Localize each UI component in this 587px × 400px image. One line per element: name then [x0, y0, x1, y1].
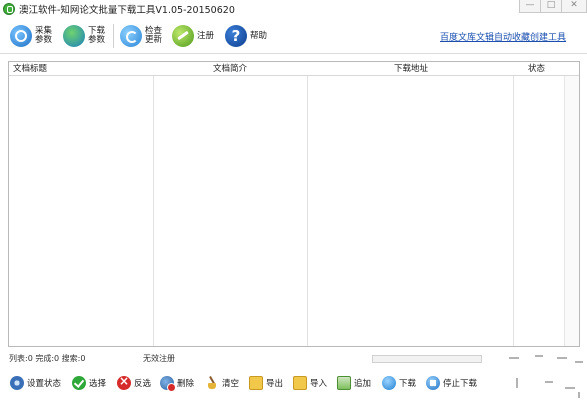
minimize-button[interactable]: — [519, 0, 541, 13]
append-button[interactable]: 追加 [337, 373, 371, 393]
download-label: 下载 [399, 379, 417, 389]
key-icon [172, 25, 194, 47]
app-logo-icon [3, 3, 15, 15]
registration-status: 无效注册 [143, 354, 175, 363]
stop-icon [426, 376, 440, 390]
delete-label: 删除 [177, 379, 195, 389]
status-counts: 列表:0 完成:0 搜索:0 [9, 354, 86, 363]
import-button[interactable]: 导入 [293, 373, 327, 393]
export-button[interactable]: 导出 [249, 373, 283, 393]
column-header-status[interactable]: 状态 [528, 62, 545, 76]
download-button[interactable]: 下载 [382, 373, 416, 393]
collect-params-button[interactable]: 采集 参数 [10, 22, 52, 50]
broom-icon [205, 376, 219, 390]
clear-label: 清空 [222, 379, 240, 389]
status-bar: 列表:0 完成:0 搜索:0 无效注册 [0, 352, 587, 366]
help-icon: ? [225, 25, 247, 47]
table-header: 文档标题 文档简介 下载地址 状态 [9, 62, 579, 76]
export-label: 导出 [266, 379, 284, 389]
action-bar: 设置状态 选择 反选 删除 清空 导出 导入 追加 下载 停止下载 [0, 371, 587, 395]
column-header-download-url[interactable]: 下载地址 [394, 62, 428, 76]
settings-status-button[interactable]: 设置状态 [10, 373, 61, 393]
stop-download-button[interactable]: 停止下载 [426, 373, 477, 393]
help-label: 帮助 [250, 30, 268, 41]
column-divider [307, 62, 308, 346]
search-globe-icon [10, 25, 32, 47]
settings-status-label: 设置状态 [27, 379, 62, 389]
download-params-button[interactable]: 下载 参数 [63, 22, 105, 50]
maximize-button[interactable]: □ [540, 0, 562, 13]
check-icon [72, 376, 86, 390]
document-table[interactable]: 文档标题 文档简介 下载地址 状态 [8, 61, 580, 347]
refresh-icon [120, 25, 142, 47]
check-update-button[interactable]: 检查 更新 [120, 22, 162, 50]
close-button[interactable]: ✕ [561, 0, 587, 13]
close-icon [117, 374, 131, 390]
delete-button[interactable]: 删除 [160, 373, 194, 393]
table-scroll-area[interactable] [564, 62, 579, 346]
invert-selection-label: 反选 [134, 379, 152, 389]
download-progress-bar [372, 355, 482, 363]
append-label: 追加 [354, 379, 372, 389]
title-bar: 澳江软件-知网论文批量下载工具V1.05-20150620 [0, 0, 587, 18]
invert-selection-button[interactable]: 反选 [117, 373, 151, 393]
append-icon [337, 376, 351, 390]
collect-params-label: 采集 参数 [35, 26, 53, 45]
stop-download-label: 停止下载 [443, 379, 478, 389]
folder-export-icon [249, 376, 263, 390]
baidu-wenku-tool-link[interactable]: 百度文库文辑自动收藏创建工具 [440, 30, 566, 43]
download-params-label: 下载 参数 [88, 26, 106, 45]
select-label: 选择 [89, 379, 107, 389]
globe-icon [63, 25, 85, 47]
gear-icon [10, 376, 24, 390]
delete-icon [160, 376, 176, 392]
register-button[interactable]: 注册 [172, 22, 214, 50]
clear-button[interactable]: 清空 [205, 373, 239, 393]
window-title: 澳江软件-知网论文批量下载工具V1.05-20150620 [19, 5, 235, 16]
toolbar-separator [113, 24, 114, 48]
import-label: 导入 [310, 379, 328, 389]
check-update-label: 检查 更新 [145, 26, 163, 45]
column-divider [513, 62, 514, 346]
register-label: 注册 [197, 30, 215, 41]
help-button[interactable]: ? 帮助 [225, 22, 267, 50]
select-button[interactable]: 选择 [72, 373, 106, 393]
column-header-title[interactable]: 文档标题 [13, 62, 47, 76]
column-header-summary[interactable]: 文档简介 [213, 62, 247, 76]
folder-import-icon [293, 376, 307, 390]
download-icon [382, 376, 396, 390]
column-divider [153, 62, 154, 346]
